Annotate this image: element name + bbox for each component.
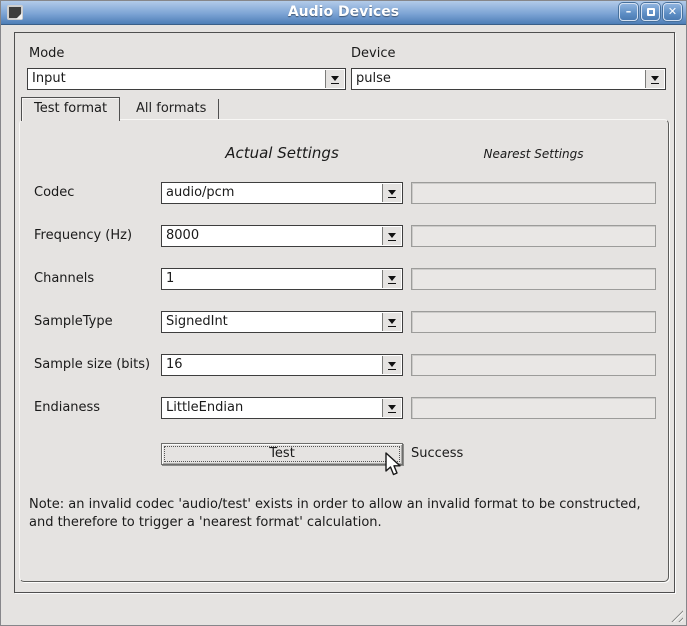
chevron-underline <box>331 83 339 84</box>
device-combobox[interactable]: pulse <box>351 68 666 90</box>
mode-label: Mode <box>29 46 64 61</box>
mode-combobox-value: Input <box>32 71 66 86</box>
window-title: Audio Devices <box>1 4 686 20</box>
mode-combobox-dropdown[interactable] <box>325 70 344 88</box>
tab-test-format[interactable]: Test format <box>21 97 120 121</box>
resize-grip[interactable] <box>668 607 683 622</box>
device-combobox-value: pulse <box>356 71 391 86</box>
mode-combobox[interactable]: Input <box>27 68 346 90</box>
tab-pane <box>19 119 669 582</box>
maximize-button[interactable] <box>641 3 660 21</box>
tab-all-formats[interactable]: All formats <box>124 99 219 119</box>
device-combobox-dropdown[interactable] <box>645 70 664 88</box>
close-icon: ✕ <box>668 5 677 18</box>
audio-devices-window: Audio Devices – ✕ Mode Input Device puls… <box>0 0 687 626</box>
mouse-cursor-icon <box>382 452 406 478</box>
maximize-icon <box>647 8 655 16</box>
chevron-down-icon <box>331 76 339 81</box>
close-button[interactable]: ✕ <box>663 3 682 21</box>
chevron-underline <box>651 83 659 84</box>
minimize-button[interactable]: – <box>619 3 638 21</box>
chevron-down-icon <box>651 76 659 81</box>
titlebar[interactable]: Audio Devices – ✕ <box>1 1 686 25</box>
titlebar-buttons: – ✕ <box>619 3 682 21</box>
minimize-icon: – <box>626 5 632 18</box>
device-label: Device <box>351 46 395 61</box>
